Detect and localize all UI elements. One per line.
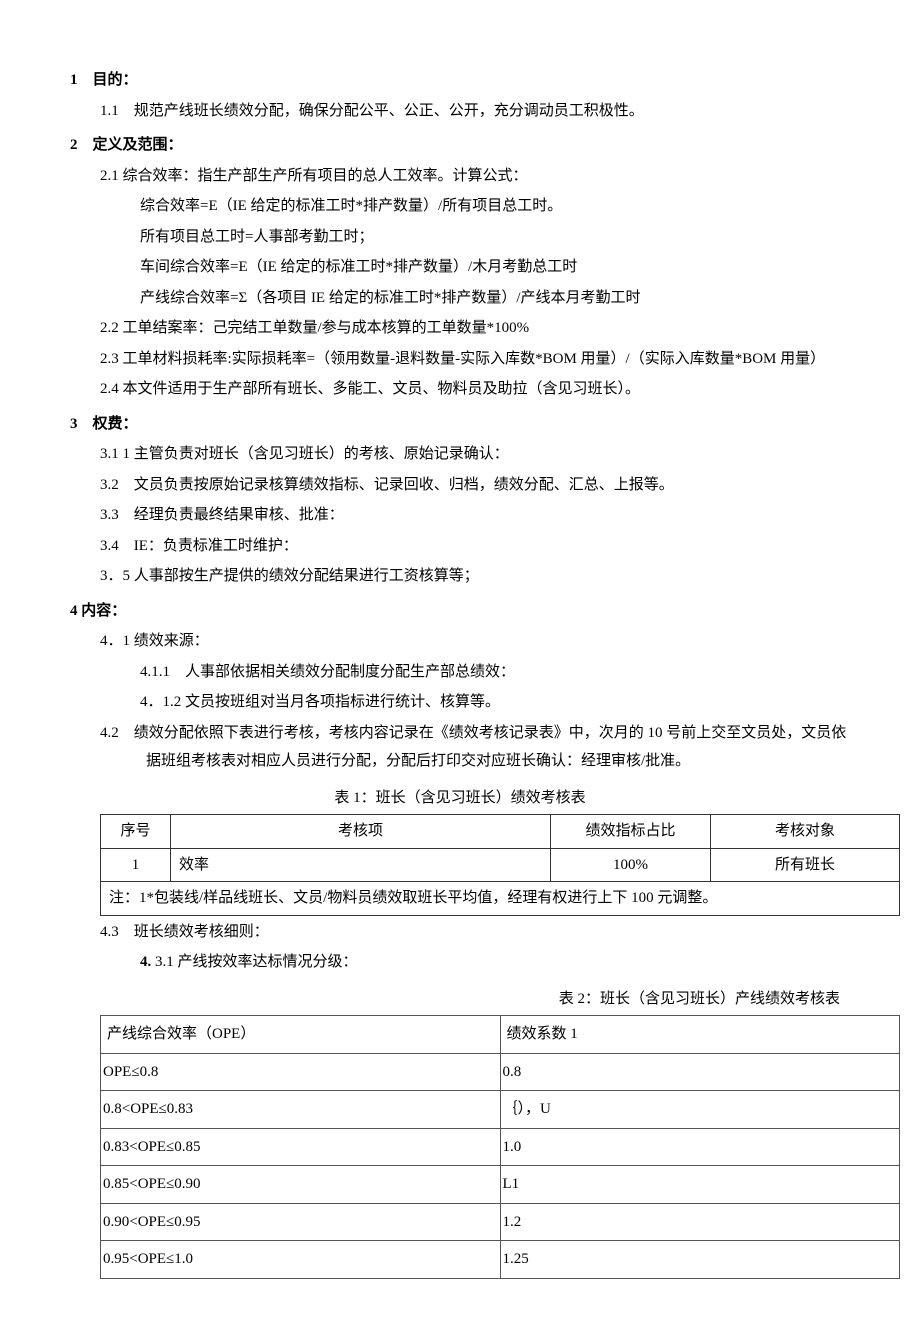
table-row: 0.90<OPE≤0.95 1.2 [101, 1203, 900, 1241]
table-row: 0.85<OPE≤0.90 L1 [101, 1166, 900, 1204]
section-1-heading: 1 目的： [70, 66, 850, 95]
table-2-r5c2: 1.2 [500, 1203, 900, 1241]
table-2-r5c1: 0.90<OPE≤0.95 [101, 1203, 501, 1241]
table-1-header-ratio: 绩效指标占比 [551, 815, 711, 849]
table-row: 注：1*包装线/样品线班长、文员/物料员绩效取班长平均值，经理有权进行上下 10… [101, 882, 900, 916]
table-1-r1c1: 1 [101, 848, 171, 882]
table-row: 1 效率 100% 所有班长 [101, 848, 900, 882]
section-3-2: 3.2 文员负责按原始记录核算绩效指标、记录回收、归档，绩效分配、汇总、上报等。 [100, 471, 850, 500]
table-2-r1c1: OPE≤0.8 [101, 1053, 501, 1091]
table-2-r1c2: 0.8 [500, 1053, 900, 1091]
table-2-r4c1: 0.85<OPE≤0.90 [101, 1166, 501, 1204]
section-2-3: 2.3 工单材料损耗率:实际损耗率=（领用数量-退料数量-实际入库数*BOM 用… [100, 345, 850, 374]
section-4-3-1: 4. 3.1 产线按效率达标情况分级： [140, 948, 850, 977]
table-1-r1c3: 100% [551, 848, 711, 882]
section-2-1-formula-c: 车间综合效率=E（IE 给定的标准工时*排产数量）/木月考勤总工时 [140, 253, 850, 282]
table-row: 序号 考核项 绩效指标占比 考核对象 [101, 815, 900, 849]
section-4-2: 4.2 绩效分配依照下表进行考核，考核内容记录在《绩效考核记录表》中，次月的 1… [100, 719, 850, 776]
section-2-2: 2.2 工单结案率：己完结工单数量/参与成本核算的工单数量*100% [100, 314, 850, 343]
table-2-r6c2: 1.25 [500, 1241, 900, 1279]
section-3-3: 3.3 经理负责最终结果审核、批准： [100, 501, 850, 530]
section-2-4: 2.4 本文件适用于生产部所有班长、多能工、文员、物料员及助拉（含见习班长）。 [100, 375, 850, 404]
table-2-r6c1: 0.95<OPE≤1.0 [101, 1241, 501, 1279]
section-4-1-1: 4.1.1 人事部依据相关绩效分配制度分配生产部总绩效： [140, 658, 850, 687]
section-3-1: 3.1 1 主管负责对班长（含见习班长）的考核、原始记录确认： [100, 440, 850, 469]
table-1-header-target: 考核对象 [711, 815, 900, 849]
section-4-1-2: 4．1.2 文员按班组对当月各项指标进行统计、核算等。 [140, 688, 850, 717]
table-2-r3c2: 1.0 [500, 1128, 900, 1166]
table-2-r4c2: L1 [500, 1166, 900, 1204]
table-2-title: 表 2：班长（含见习班长）产线绩效考核表 [70, 985, 850, 1014]
table-2: 产线综合效率（OPE） 绩效系数 1 OPE≤0.8 0.8 0.8<OPE≤0… [100, 1015, 900, 1279]
table-2-header-ope: 产线综合效率（OPE） [101, 1016, 501, 1054]
table-row: OPE≤0.8 0.8 [101, 1053, 900, 1091]
table-row: 0.8<OPE≤0.83 ｛），U [101, 1091, 900, 1129]
section-2-heading: 2 定义及范围： [70, 131, 850, 160]
section-4-3-1-text: 3.1 产线按效率达标情况分级： [155, 954, 358, 970]
table-row: 0.95<OPE≤1.0 1.25 [101, 1241, 900, 1279]
table-1-header-seq: 序号 [101, 815, 171, 849]
section-1-1: 1.1 规范产线班长绩效分配，确保分配公平、公正、公开，充分调动员工积极性。 [100, 97, 850, 126]
section-2-1: 2.1 综合效率：指生产部生产所有项目的总人工效率。计算公式： [100, 162, 850, 191]
section-2-1-formula-b: 所有项目总工时=人事部考勤工时； [140, 223, 850, 252]
section-3-4: 3.4 IE：负责标准工时维护： [100, 532, 850, 561]
section-2-1-formula-a: 综合效率=E（IE 给定的标准工时*排产数量）/所有项目总工时。 [140, 192, 850, 221]
section-3-heading: 3 权费： [70, 410, 850, 439]
section-4-heading: 4 内容： [70, 597, 850, 626]
table-1-title: 表 1：班长（含见习班长）绩效考核表 [70, 784, 850, 813]
table-1-header-item: 考核项 [171, 815, 551, 849]
table-1-r1c2: 效率 [171, 848, 551, 882]
table-2-r3c1: 0.83<OPE≤0.85 [101, 1128, 501, 1166]
table-1-r1c4: 所有班长 [711, 848, 900, 882]
table-row: 0.83<OPE≤0.85 1.0 [101, 1128, 900, 1166]
table-2-header-coef: 绩效系数 1 [500, 1016, 900, 1054]
table-row: 产线综合效率（OPE） 绩效系数 1 [101, 1016, 900, 1054]
table-1: 序号 考核项 绩效指标占比 考核对象 1 效率 100% 所有班长 注：1*包装… [100, 814, 900, 916]
table-2-r2c1: 0.8<OPE≤0.83 [101, 1091, 501, 1129]
table-2-r2c2: ｛），U [500, 1091, 900, 1129]
table-1-note: 注：1*包装线/样品线班长、文员/物料员绩效取班长平均值，经理有权进行上下 10… [101, 882, 900, 916]
section-4-1: 4．1 绩效来源： [100, 627, 850, 656]
section-4-3: 4.3 班长绩效考核细则： [100, 918, 850, 947]
section-4-3-1-prefix: 4. [140, 954, 151, 970]
section-3-5: 3．5 人事部按生产提供的绩效分配结果进行工资核算等； [100, 562, 850, 591]
section-2-1-formula-d: 产线综合效率=Σ（各项目 IE 给定的标准工时*排产数量）/产线本月考勤工时 [140, 284, 850, 313]
